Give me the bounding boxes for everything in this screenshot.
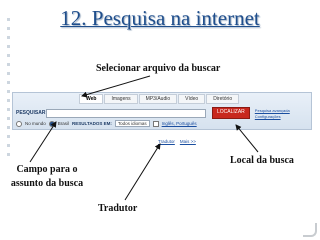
arrow-select-file xyxy=(81,75,151,98)
arrow-search-location xyxy=(235,124,259,153)
arrow-search-field xyxy=(29,121,57,163)
arrow-translator xyxy=(124,143,161,201)
arrows-layer xyxy=(29,75,259,201)
